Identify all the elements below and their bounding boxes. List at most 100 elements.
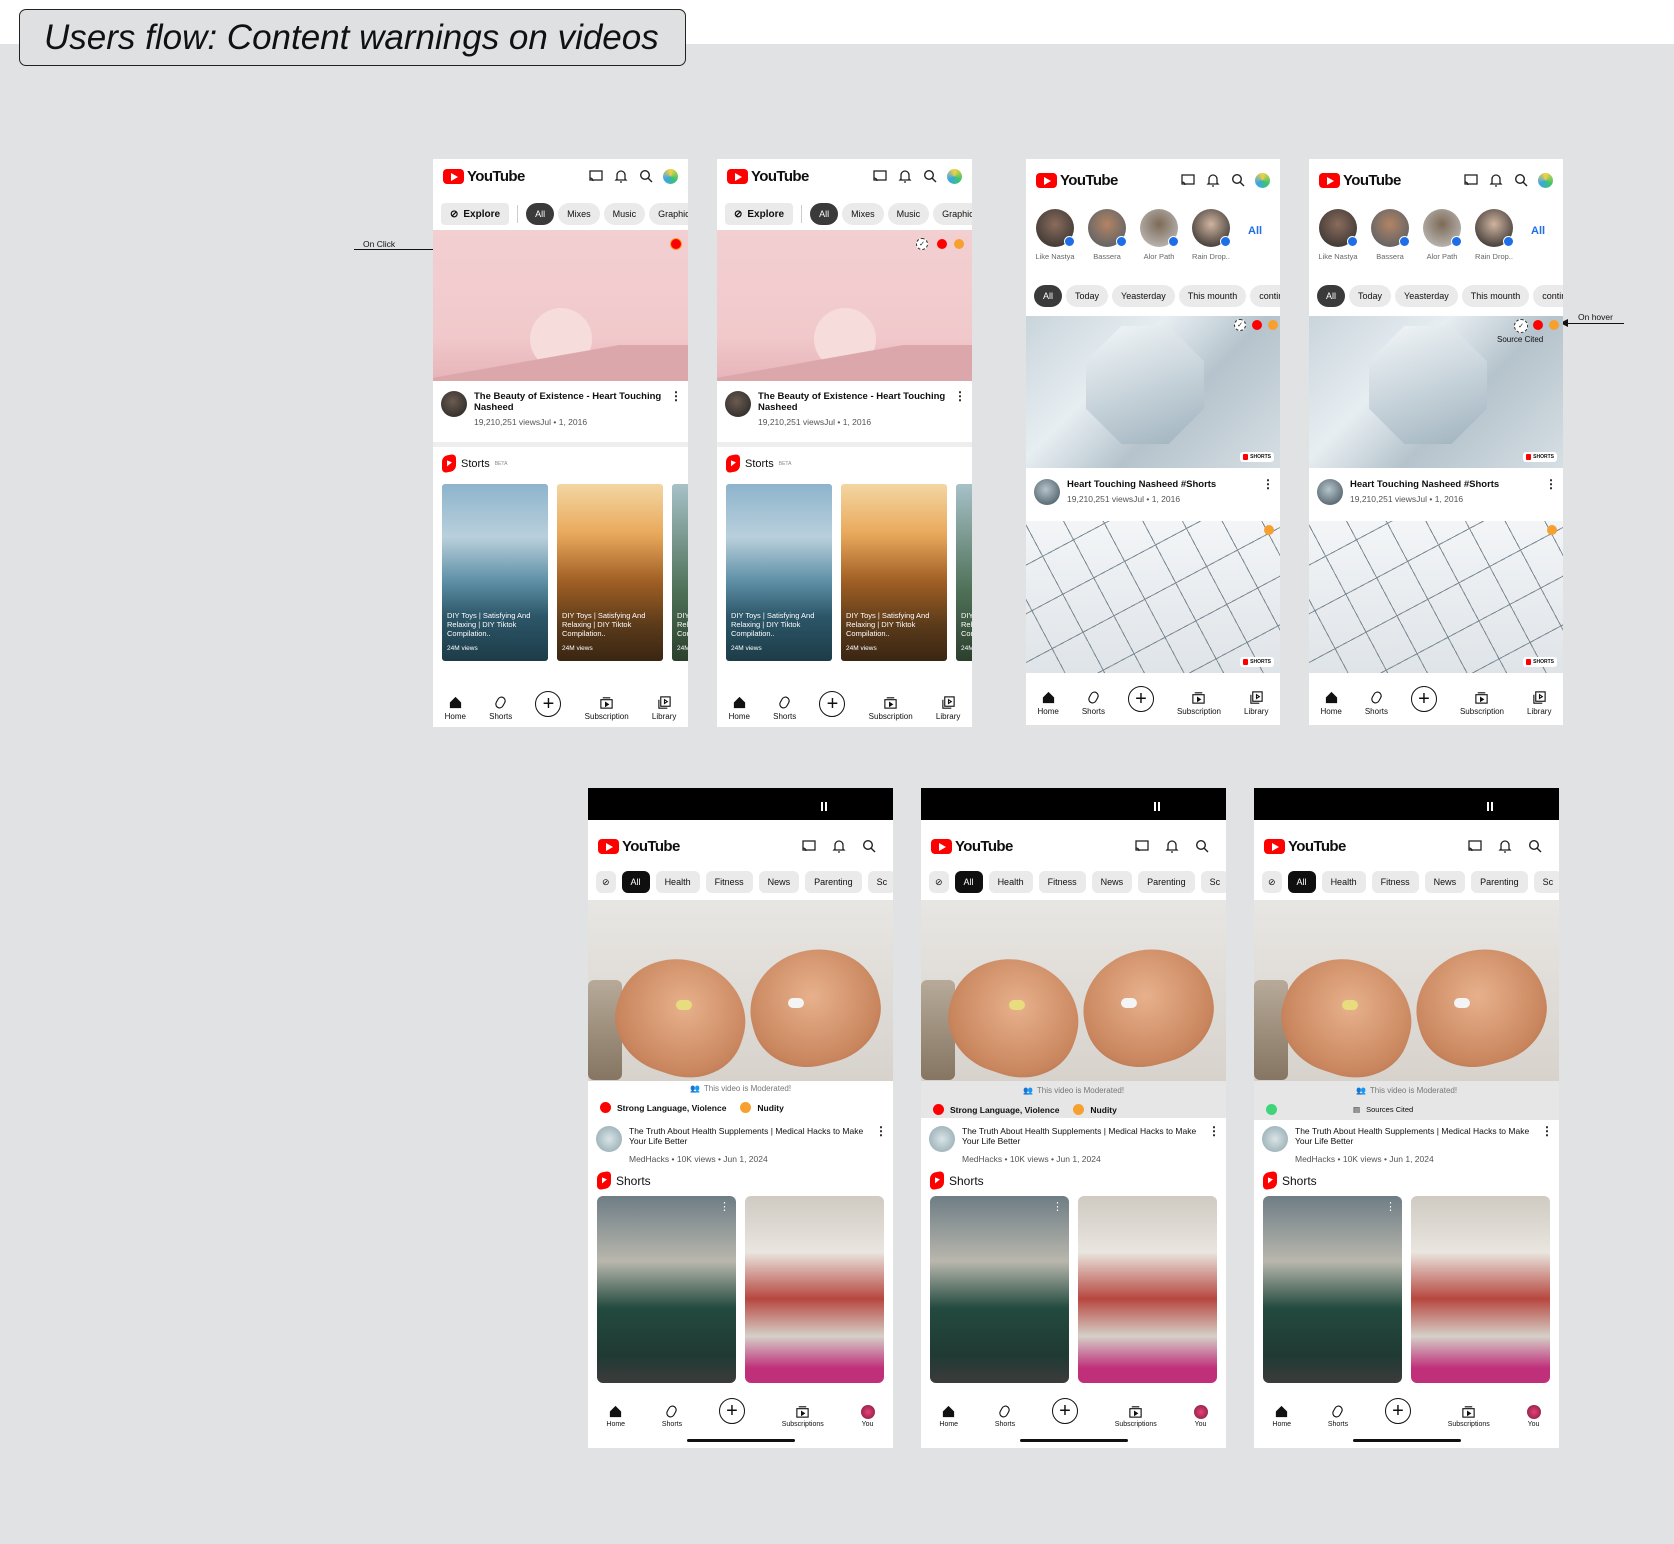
youtube-logo[interactable]: YouTube — [1264, 838, 1346, 855]
search-icon[interactable] — [1230, 172, 1246, 188]
warning-dot-orange[interactable] — [1547, 525, 1557, 535]
bell-icon[interactable] — [1497, 838, 1513, 854]
short-card[interactable]: DIY Toys | Satisfying And Relaxing | DIY… — [442, 484, 548, 661]
video-thumbnail[interactable] — [588, 900, 893, 1081]
short-card[interactable]: DIY Toys | Satisfying And Relaxing | DIY… — [557, 484, 663, 661]
warning-dot-red[interactable] — [937, 239, 947, 249]
channel-avatar[interactable] — [929, 1126, 955, 1152]
chip-graphic[interactable]: Graphic — [649, 203, 688, 225]
nav-library[interactable]: Library — [936, 695, 960, 721]
video-thumbnail[interactable]: ✓ SHORTS — [1026, 316, 1280, 468]
chip-parenting[interactable]: Parenting — [1138, 871, 1195, 893]
search-icon[interactable] — [922, 168, 938, 184]
nav-library[interactable]: Library — [1244, 690, 1268, 716]
search-icon[interactable] — [1194, 838, 1210, 854]
chip-more[interactable]: Sc — [867, 871, 893, 893]
chip-fitness[interactable]: Fitness — [705, 871, 753, 893]
bell-icon[interactable] — [897, 168, 913, 184]
warning-dot-orange[interactable] — [1549, 320, 1559, 330]
nav-subscriptions[interactable]: Subscriptions — [1115, 1404, 1157, 1428]
short-card[interactable]: DIY Toys | Satisfying And Relaxing | DIY… — [672, 484, 688, 661]
cast-icon[interactable] — [1463, 172, 1479, 188]
bell-icon[interactable] — [1488, 172, 1504, 188]
nav-home[interactable]: Home — [445, 695, 466, 721]
nav-home[interactable]: Home — [939, 1404, 958, 1428]
channel-avatar[interactable] — [441, 391, 467, 417]
video-thumbnail-2[interactable]: SHORTS — [1309, 521, 1563, 673]
chip-mixes[interactable]: Mixes — [558, 203, 600, 225]
nav-shorts[interactable]: Shorts — [489, 695, 512, 721]
more-icon[interactable]: ⋮ — [1385, 1200, 1396, 1213]
short-card[interactable]: ⋮ — [597, 1196, 736, 1383]
youtube-logo[interactable]: YouTube — [1036, 172, 1118, 189]
story-item[interactable]: Like Nastya — [1315, 209, 1361, 261]
source-check-icon[interactable]: ✓ — [1514, 319, 1528, 333]
channel-avatar[interactable] — [725, 391, 751, 417]
chip-yesterday[interactable]: Yeasterday — [1395, 285, 1458, 307]
chip-more[interactable]: Sc — [1200, 871, 1226, 893]
cast-icon[interactable] — [1134, 838, 1150, 854]
cast-icon[interactable] — [801, 838, 817, 854]
search-icon[interactable] — [638, 168, 654, 184]
short-card[interactable]: ⋮ — [930, 1196, 1069, 1383]
chip-fitness[interactable]: Fitness — [1371, 871, 1419, 893]
nav-shorts[interactable]: Shorts — [773, 695, 796, 721]
chip-this-month[interactable]: This mounth — [1178, 285, 1247, 307]
nav-shorts[interactable]: Shorts — [662, 1404, 682, 1428]
nav-home[interactable]: Home — [1038, 690, 1059, 716]
story-item[interactable]: Alor Path — [1136, 209, 1182, 261]
chip-mixes[interactable]: Mixes — [842, 203, 884, 225]
warning-dot-red[interactable] — [1252, 320, 1262, 330]
explore-chip[interactable]: ⊘ — [929, 871, 949, 893]
more-icon[interactable]: ⋮ — [1052, 1200, 1063, 1213]
nav-shorts[interactable]: Shorts — [1328, 1404, 1348, 1428]
chip-continue[interactable]: continue — [1250, 285, 1280, 307]
nav-shorts[interactable]: Shorts — [1082, 690, 1105, 716]
chip-graphic[interactable]: Graphic — [933, 203, 972, 225]
bell-icon[interactable] — [831, 838, 847, 854]
nav-you[interactable]: You — [860, 1405, 875, 1428]
story-item[interactable]: Bassera — [1367, 209, 1413, 261]
bell-icon[interactable] — [1205, 172, 1221, 188]
nav-create[interactable]: + — [718, 1398, 745, 1428]
chip-parenting[interactable]: Parenting — [1471, 871, 1528, 893]
search-icon[interactable] — [1513, 172, 1529, 188]
youtube-logo[interactable]: YouTube — [931, 838, 1013, 855]
cast-icon[interactable] — [872, 168, 888, 184]
nav-you[interactable]: You — [1526, 1405, 1541, 1428]
video-title[interactable]: The Truth About Health Supplements | Med… — [629, 1126, 868, 1146]
explore-chip[interactable]: ⊘ — [596, 871, 616, 893]
chip-news[interactable]: News — [758, 871, 800, 893]
short-card[interactable]: ⋮ — [1263, 1196, 1402, 1383]
nav-shorts[interactable]: Shorts — [1365, 690, 1388, 716]
chip-all[interactable]: All — [1287, 871, 1316, 893]
chip-all[interactable]: All — [1034, 285, 1063, 307]
nav-subscriptions[interactable]: Subscriptions — [1448, 1404, 1490, 1428]
nav-library[interactable]: Library — [652, 695, 676, 721]
youtube-logo[interactable]: YouTube — [727, 168, 809, 185]
account-avatar[interactable] — [663, 168, 678, 184]
youtube-logo[interactable]: YouTube — [598, 838, 680, 855]
video-title[interactable]: The Truth About Health Supplements | Med… — [1295, 1126, 1534, 1146]
chip-news[interactable]: News — [1091, 871, 1133, 893]
chip-all[interactable]: All — [954, 871, 983, 893]
bell-icon[interactable] — [1164, 838, 1180, 854]
nav-home[interactable]: Home — [1321, 690, 1342, 716]
story-item[interactable]: Alor Path — [1419, 209, 1465, 261]
chip-more[interactable]: Sc — [1533, 871, 1559, 893]
source-check-icon[interactable]: ✓ — [916, 238, 928, 250]
account-avatar[interactable] — [947, 168, 962, 184]
nav-create[interactable]: + — [1127, 686, 1154, 716]
search-icon[interactable] — [861, 838, 877, 854]
warning-label-language-violence[interactable]: Strong Language, Violence — [617, 1103, 726, 1113]
short-card[interactable]: DIY Toys | Satisfying And Relaxing | DIY… — [956, 484, 972, 661]
video-thumbnail[interactable]: ✓ Source Cited SHORTS — [1309, 316, 1563, 468]
nav-you[interactable]: You — [1193, 1405, 1208, 1428]
warning-dot-orange[interactable] — [1264, 525, 1274, 535]
account-avatar[interactable] — [1538, 172, 1553, 188]
source-check-icon[interactable]: ✓ — [1234, 319, 1246, 331]
nav-shorts[interactable]: Shorts — [995, 1404, 1015, 1428]
youtube-logo[interactable]: YouTube — [1319, 172, 1401, 189]
more-icon[interactable]: ⋮ — [1541, 1125, 1553, 1164]
youtube-logo[interactable]: YouTube — [443, 168, 525, 185]
